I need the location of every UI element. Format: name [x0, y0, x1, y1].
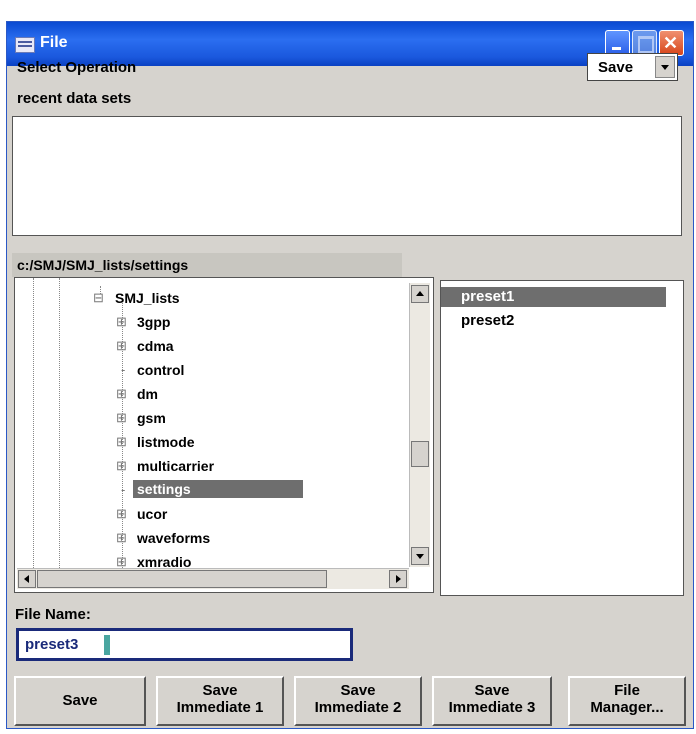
directory-tree[interactable]: ⊟ SMJ_lists ⊞ 3gpp ⊞ cdma - control ⊞ dm…: [14, 277, 434, 593]
button-label-line2: Manager...: [590, 699, 664, 716]
button-label-line1: Save: [340, 682, 376, 699]
scroll-right-icon[interactable]: [389, 570, 407, 588]
scroll-left-icon[interactable]: [18, 570, 36, 588]
button-label-line2: Immediate 1: [176, 699, 264, 716]
button-label-line1: Save: [474, 682, 510, 699]
tree-connector-icon: -: [121, 482, 126, 497]
horizontal-scroll-thumb[interactable]: [37, 570, 327, 588]
expand-icon[interactable]: ⊞: [116, 458, 127, 474]
tree-horizontal-scrollbar[interactable]: [17, 568, 409, 589]
scroll-up-icon[interactable]: [411, 285, 429, 303]
collapse-icon[interactable]: ⊟: [93, 290, 104, 306]
expand-icon[interactable]: ⊞: [116, 410, 127, 426]
file-list-item[interactable]: preset2: [441, 311, 666, 331]
tree-item[interactable]: gsm: [137, 410, 166, 426]
file-list-item-selected[interactable]: preset1: [441, 287, 666, 307]
button-label-line1: Save: [202, 682, 238, 699]
recent-data-sets-list[interactable]: [12, 116, 682, 236]
save-immediate-2-button[interactable]: Save Immediate 2: [294, 676, 422, 726]
tree-connector-icon: -: [121, 362, 126, 377]
tree-item[interactable]: ucor: [137, 506, 167, 522]
tree-item[interactable]: listmode: [137, 434, 195, 450]
save-button[interactable]: Save: [14, 676, 146, 726]
tree-item[interactable]: control: [137, 362, 184, 378]
tree-item-selected[interactable]: settings: [133, 480, 303, 498]
button-label-line1: File: [614, 682, 640, 699]
file-manager-button[interactable]: File Manager...: [568, 676, 686, 726]
file-name-field[interactable]: [16, 628, 353, 661]
expand-icon[interactable]: ⊞: [116, 434, 127, 450]
select-operation-label: Select Operation: [17, 59, 137, 76]
tree-vertical-scrollbar[interactable]: [409, 283, 430, 567]
tree-item[interactable]: 3gpp: [137, 314, 170, 330]
scroll-thumb[interactable]: [411, 441, 429, 467]
recent-data-sets-label: recent data sets: [17, 90, 132, 107]
tree-item[interactable]: SMJ_lists: [115, 290, 180, 306]
tree-item[interactable]: dm: [137, 386, 158, 402]
expand-icon[interactable]: ⊞: [116, 386, 127, 402]
expand-icon[interactable]: ⊞: [116, 338, 127, 354]
button-label-line2: Immediate 2: [314, 699, 402, 716]
operation-select[interactable]: Save: [587, 53, 678, 81]
current-path: c:/SMJ/SMJ_lists/settings: [12, 253, 402, 277]
current-path-text: c:/SMJ/SMJ_lists/settings: [17, 257, 189, 273]
file-list[interactable]: preset1 preset2: [440, 280, 684, 596]
save-immediate-3-button[interactable]: Save Immediate 3: [432, 676, 552, 726]
file-dialog-icon: [15, 37, 35, 53]
chevron-down-icon[interactable]: [655, 56, 675, 78]
file-name-label: File Name:: [15, 606, 91, 623]
expand-icon[interactable]: ⊞: [116, 530, 127, 546]
window-title: File: [40, 34, 68, 51]
save-immediate-1-button[interactable]: Save Immediate 1: [156, 676, 284, 726]
expand-icon[interactable]: ⊞: [116, 506, 127, 522]
text-cursor: [104, 635, 110, 655]
save-button-label: Save: [62, 692, 98, 709]
file-name-input[interactable]: [19, 631, 350, 658]
tree-item[interactable]: cdma: [137, 338, 174, 354]
button-label-line2: Immediate 3: [448, 699, 536, 716]
tree-item[interactable]: multicarrier: [137, 458, 214, 474]
tree-item[interactable]: waveforms: [137, 530, 210, 546]
operation-select-value: Save: [598, 59, 634, 76]
expand-icon[interactable]: ⊞: [116, 314, 127, 330]
scroll-down-icon[interactable]: [411, 547, 429, 565]
